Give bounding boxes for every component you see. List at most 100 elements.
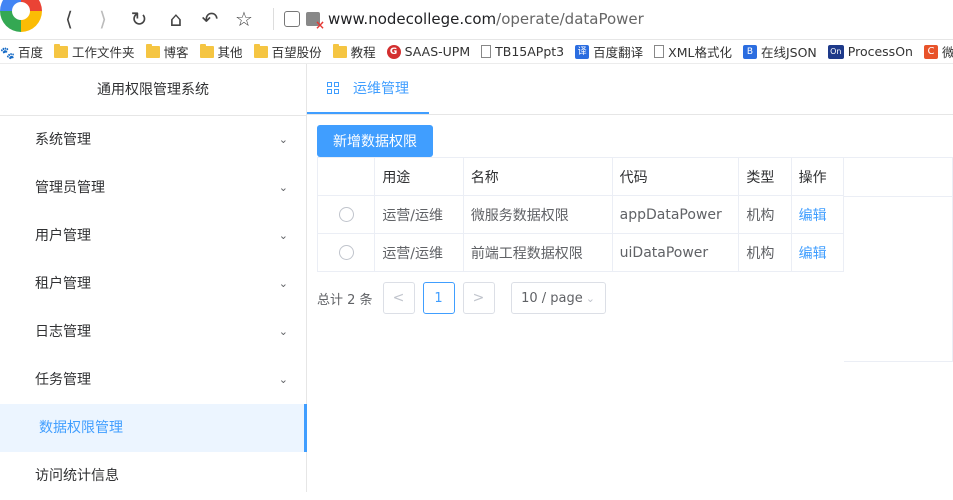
sidebar-item[interactable]: 管理员管理 ⌄ [0, 164, 306, 212]
usage-cell: 运营/运维 [374, 233, 464, 272]
shield-icon [284, 11, 300, 27]
sidebar: 通用权限管理系统 系统管理 ⌄ 管理员管理 ⌄ 用户管理 ⌄ 租户管理 ⌄ 日志管理 ⌄ 任务管理 ⌄… [0, 64, 307, 492]
baidu-paw-icon: 🐾 [0, 45, 15, 60]
column-header-name: 名称 [462, 157, 613, 196]
sidebar-item[interactable]: 租户管理 ⌄ [0, 260, 306, 308]
bookmark-item[interactable]: TB15APpt3 [481, 44, 564, 59]
bookmark-item[interactable]: 教程 [332, 42, 376, 61]
type-cell: 机构 [738, 233, 792, 272]
bookmark-item[interactable]: 百望股份 [253, 42, 322, 61]
home-icon[interactable]: ⌂ [163, 6, 189, 32]
page-size-select[interactable]: 10 / page ⌄ [510, 282, 606, 314]
bookmark-item[interactable]: B 在线JSON [742, 42, 817, 61]
bookmark-label: 微 [942, 42, 953, 61]
pagination: 总计 2 条 < 1 > 10 / page ⌄ [317, 282, 606, 314]
sidebar-item[interactable]: 用户管理 ⌄ [0, 212, 306, 260]
bookmark-label: TB15APpt3 [495, 44, 565, 59]
sidebar-item[interactable]: 任务管理 ⌄ [0, 356, 306, 404]
select-cell [316, 233, 376, 272]
folder-icon [253, 43, 268, 58]
sidebar-item-label: 用户管理 [35, 228, 91, 244]
processon-icon: On [827, 44, 844, 59]
sidebar-item-label: 租户管理 [35, 276, 91, 292]
sidebar-item-label: 日志管理 [35, 324, 91, 340]
column-header-usage: 用途 [374, 157, 464, 196]
sidebar-item[interactable]: 数据权限管理 [0, 404, 307, 452]
action-cell: 编辑 [790, 195, 845, 234]
bookmark-label: 在线JSON [760, 45, 817, 60]
edit-link[interactable]: 编辑 [799, 208, 827, 224]
saas-icon: G [386, 44, 401, 59]
sidebar-item[interactable]: 系统管理 ⌄ [0, 116, 306, 164]
sidebar-item-label: 数据权限管理 [39, 420, 123, 436]
row-radio[interactable] [338, 245, 354, 260]
bookmark-label: 百望股份 [271, 45, 322, 60]
table-row[interactable]: 运营/运维 微服务数据权限 appDataPower 机构 编辑 [316, 195, 845, 234]
url-text[interactable]: www.nodecollege.com/operate/dataPower [328, 10, 644, 28]
sidebar-item[interactable]: 访问统计信息 [0, 452, 306, 500]
chevron-down-icon: ⌄ [278, 277, 288, 290]
prev-page-button[interactable]: < [382, 282, 415, 314]
top-nav: 运维管理 [307, 64, 953, 115]
bookmark-label: ProcessOn [847, 44, 913, 59]
chevron-down-icon: ⌄ [278, 133, 288, 146]
divider [844, 196, 953, 197]
bookmark-item[interactable]: On ProcessOn [827, 44, 913, 59]
bookmark-item[interactable]: 工作文件夹 [54, 42, 135, 61]
system-title: 通用权限管理系统 [0, 64, 306, 116]
json-icon: B [742, 44, 757, 59]
code-cell: uiDataPower [611, 233, 740, 272]
bookmark-item[interactable]: C微 [923, 42, 953, 61]
sidebar-item-label: 管理员管理 [35, 180, 105, 196]
toolbar-divider [273, 8, 274, 30]
bookmark-label: 博客 [163, 45, 189, 60]
edit-link[interactable]: 编辑 [799, 246, 827, 262]
url-path: /operate/dataPower [496, 10, 644, 28]
bookmark-item[interactable]: 博客 [145, 42, 189, 61]
undo-icon[interactable]: ↶ [197, 6, 223, 32]
bookmark-label: 其他 [217, 45, 243, 60]
back-icon[interactable]: ⟨ [56, 6, 82, 32]
sidebar-item-label: 访问统计信息 [35, 468, 119, 484]
usage-cell: 运营/运维 [374, 195, 464, 234]
code-cell: appDataPower [611, 195, 740, 234]
address-bar[interactable]: www.nodecollege.com/operate/dataPower [284, 6, 644, 32]
doc-icon [481, 45, 492, 58]
bookmark-label: 百度翻译 [593, 45, 644, 60]
add-data-power-button[interactable]: 新增数据权限 [317, 125, 433, 157]
browser-toolbar: ⟨ ⟩ ↻ ⌂ ↶ ☆ www.nodecollege.com/operate/… [0, 0, 953, 40]
bookmark-item[interactable]: 译百度翻译 [575, 42, 643, 61]
translate-icon: 译 [575, 44, 590, 59]
data-power-table: 用途 名称 代码 类型 操作 运营/运维 微服务数据权限 appDataPower 机… [316, 157, 845, 272]
url-host: www.nodecollege.com [328, 10, 497, 28]
table-row[interactable]: 运营/运维 前端工程数据权限 uiDataPower 机构 编辑 [316, 233, 845, 272]
row-radio[interactable] [338, 207, 354, 222]
bookmark-label: XML格式化 [668, 45, 732, 60]
doc-icon [654, 45, 665, 58]
bookmark-item[interactable]: G SAAS-UPM [386, 44, 471, 59]
bookmark-label: 教程 [350, 45, 376, 60]
forward-icon[interactable]: ⟩ [90, 6, 116, 32]
next-page-button[interactable]: > [462, 282, 495, 314]
reload-icon[interactable]: ↻ [126, 6, 152, 32]
column-header-code: 代码 [611, 157, 740, 196]
bookmark-item[interactable]: 🐾 百度 [0, 42, 43, 61]
sidebar-item-label: 任务管理 [35, 372, 91, 388]
sidebar-item-label: 系统管理 [35, 132, 91, 148]
insecure-lock-icon [306, 12, 325, 32]
chevron-down-icon: ⌄ [585, 291, 595, 305]
sidebar-menu: 系统管理 ⌄ 管理员管理 ⌄ 用户管理 ⌄ 租户管理 ⌄ 日志管理 ⌄ 任务管理 ⌄ 数据权限管理 访问统… [0, 116, 307, 500]
chevron-down-icon: ⌄ [278, 373, 288, 386]
star-icon[interactable]: ☆ [231, 6, 257, 32]
page-number-button[interactable]: 1 [422, 282, 455, 314]
bookmark-item[interactable]: 其他 [199, 42, 243, 61]
tab-ops-management[interactable]: 运维管理 [307, 64, 429, 114]
bookmark-item[interactable]: XML格式化 [654, 42, 732, 61]
sidebar-item[interactable]: 日志管理 ⌄ [0, 308, 306, 356]
table-right-panel [844, 157, 953, 362]
bookmark-label: SAAS-UPM [404, 44, 471, 59]
action-cell: 编辑 [790, 233, 845, 272]
folder-icon [145, 43, 160, 58]
grid-icon [327, 82, 339, 94]
chevron-down-icon: ⌄ [278, 181, 288, 194]
